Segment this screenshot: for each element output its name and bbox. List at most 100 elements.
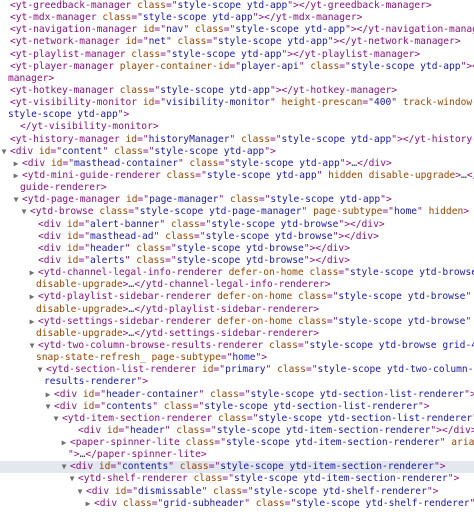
attribute-name: class xyxy=(163,400,193,412)
tag-token: =" xyxy=(94,400,107,412)
expand-triangle-icon[interactable]: ▼ xyxy=(76,486,84,498)
expand-triangle-icon[interactable]: ▼ xyxy=(36,364,44,376)
dom-node-row[interactable]: ▶ <div id="masthead-container" class="sty… xyxy=(0,158,474,170)
tag-token: =" xyxy=(118,424,131,436)
attribute-value: style-scope ytd-browse xyxy=(349,267,474,279)
attribute-name: class xyxy=(269,339,298,351)
dom-node-row[interactable]: ▼ <div id="content" class="style-scope yt… xyxy=(0,146,474,158)
attribute-value: historyManager xyxy=(148,133,230,145)
dom-node-row[interactable]: ▼ <div id="dismissable" class="style-scop… xyxy=(0,486,474,498)
tag-token: =" xyxy=(137,36,149,48)
tag-token: " xyxy=(391,97,403,109)
tag-token: "> xyxy=(380,194,392,206)
expand-triangle-icon[interactable]: ▼ xyxy=(60,461,68,473)
collapse-triangle-icon[interactable]: ▶ xyxy=(60,437,68,449)
attribute-name: class xyxy=(229,194,259,206)
collapse-triangle-icon[interactable]: ▶ xyxy=(12,158,20,170)
dom-node-row[interactable]: ▶ <ytd-channel-legal-info-renderer defer-… xyxy=(0,267,474,279)
tag-token: " xyxy=(159,218,171,230)
expand-triangle-icon[interactable]: ▼ xyxy=(12,194,20,206)
dom-node-row: disable-upgrade>…</ytd-channel-legal-inf… xyxy=(0,279,474,291)
tag-token: "> xyxy=(339,157,352,169)
attribute-value: style-scope ytd-browse xyxy=(338,315,466,327)
collapse-triangle-icon[interactable]: ▶ xyxy=(84,498,92,510)
tag-token: " xyxy=(183,24,195,36)
dom-node-row[interactable]: <div id="masthead-ad" class="style-scope… xyxy=(0,231,474,243)
dom-node-row[interactable]: <div id="alert-banner" class="style-scop… xyxy=(0,219,474,231)
dom-node-row-selected[interactable]: ▼ <div id="contents" class="style-scope y… xyxy=(0,461,474,474)
tag-token: " xyxy=(201,485,214,497)
tag-token: <div xyxy=(54,400,83,412)
collapse-triangle-icon[interactable]: ▶ xyxy=(28,267,36,279)
dom-node-row[interactable]: ▼ <ytd-shelf-renderer class="style-scope … xyxy=(0,473,474,485)
dom-node-row[interactable]: <yt-history-manager id="historyManager" … xyxy=(0,134,474,146)
dom-node-row[interactable]: <yt-player-manager player-container-id="… xyxy=(0,61,474,73)
dom-node-row[interactable]: ▶ <div class="grid-subheader" class="styl… xyxy=(0,498,474,510)
attribute-name: disable-upgrade xyxy=(368,169,456,181)
expand-triangle-icon[interactable]: ▼ xyxy=(28,340,36,352)
dom-node-row[interactable]: ▶ <paper-spinner-lite class="style-scope … xyxy=(0,437,474,449)
dom-node-row[interactable]: ▶ <ytd-mini-guide-renderer class="style-s… xyxy=(0,170,474,182)
attribute-name: class xyxy=(213,485,243,497)
attribute-name: class xyxy=(210,388,239,400)
dom-node-row[interactable]: <yt-navigation-manager id="nav" class="s… xyxy=(0,24,474,36)
dom-node-row[interactable]: ▼ <div id="contents" class="style-scope y… xyxy=(0,401,474,413)
dom-node-row[interactable]: <yt-greedback-manager class="style-scope… xyxy=(0,0,474,12)
tag-token: <ytd-mini-guide-renderer xyxy=(22,169,167,181)
dom-node-row[interactable]: <yt-hotkey-manager class="style-scope yt… xyxy=(0,85,474,97)
collapse-triangle-icon[interactable]: ▶ xyxy=(28,291,36,303)
dom-node-row[interactable]: <yt-mdx-manager class="style-scope ytd-a… xyxy=(0,12,474,24)
attribute-value: grid-subheader xyxy=(163,497,245,509)
dom-node-row[interactable]: </yt-visibility-monitor> xyxy=(0,121,474,133)
attribute-name: id xyxy=(125,133,138,145)
attribute-name: class xyxy=(99,206,129,218)
tag-token: <ytd-playlist-sidebar-renderer xyxy=(38,291,218,303)
tag-token: <yt-history-manager xyxy=(10,133,126,145)
tag-token: manager> xyxy=(8,72,55,84)
attribute-value: style-scope ytd-item-section-renderer xyxy=(220,461,434,473)
tag-token: =" xyxy=(154,24,166,36)
expand-triangle-icon[interactable]: ▼ xyxy=(0,146,8,158)
expand-triangle-icon[interactable]: ▼ xyxy=(44,401,52,413)
expand-triangle-icon[interactable]: ▼ xyxy=(52,413,60,425)
attribute-name: class xyxy=(119,84,149,96)
expand-triangle-icon[interactable]: ▼ xyxy=(20,206,28,218)
dom-node-row[interactable]: <yt-network-manager id="net" class="styl… xyxy=(0,36,474,48)
attribute-value: primary xyxy=(225,364,266,376)
tag-token: =" xyxy=(50,145,63,157)
collapse-triangle-icon[interactable]: ▶ xyxy=(44,389,52,401)
dom-node-row[interactable]: <div id="alerts" class="style-scope ytd-… xyxy=(0,255,474,267)
collapse-triangle-icon[interactable]: ▶ xyxy=(12,170,20,182)
attribute-name: page-subtype xyxy=(151,352,221,364)
dom-node-row[interactable]: ▼ <ytd-item-section-renderer class="style… xyxy=(0,413,474,425)
attribute-value: visibility-monitor xyxy=(165,97,270,109)
dom-node-row[interactable]: ▼ <ytd-section-list-renderer id="primary"… xyxy=(0,364,474,376)
dom-node-row[interactable]: <div id="header" class="style-scope ytd-… xyxy=(0,243,474,255)
attribute-value: style-scope ytd-app xyxy=(350,60,461,72)
dom-node-row[interactable]: ▶ <ytd-playlist-sidebar-renderer defer-on… xyxy=(0,291,474,303)
tag-token: </paper-spinner-lite> xyxy=(85,449,207,461)
dom-node-row[interactable]: <yt-visibility-monitor id="visibility-mo… xyxy=(0,97,474,109)
expand-triangle-icon[interactable]: ▼ xyxy=(68,473,76,485)
dom-node-row[interactable]: ▶ <ytd-settings-sidebar-renderer defer-on… xyxy=(0,316,474,328)
dom-node-row[interactable]: ▼ <ytd-browse class="style-scope ytd-page… xyxy=(0,206,474,218)
tag-token: <yt-hotkey-manager xyxy=(10,84,120,96)
dom-node-row[interactable]: ▼ <ytd-page-manager id="page-manager" cla… xyxy=(0,194,474,206)
tag-token: " xyxy=(301,206,314,218)
dom-node-row[interactable]: ▶ <div id="header-container" class="style… xyxy=(0,389,474,401)
tag-token: =" xyxy=(151,497,164,509)
tag-token: " xyxy=(269,97,282,109)
attribute-name: class xyxy=(185,437,215,449)
dom-node-row[interactable]: ▼ <ytd-two-column-browse-results-renderer… xyxy=(0,340,474,352)
dom-node-row[interactable]: <yt-playlist-manager class="style-scope … xyxy=(0,49,474,61)
attribute-value: header xyxy=(130,424,165,436)
attribute-name: id xyxy=(66,254,79,266)
dom-node-row[interactable]: <div id="header" class="style-scope ytd-… xyxy=(0,425,474,437)
attribute-value: style-scope ytd-browse xyxy=(338,291,466,303)
tag-token: " xyxy=(417,206,429,218)
tag-token: =" xyxy=(142,145,155,157)
tag-token: "></yt-hotkey-manager> xyxy=(269,84,398,96)
attribute-value: style-scope ytd-app xyxy=(177,0,288,11)
attribute-name: class xyxy=(114,145,143,157)
collapse-triangle-icon[interactable]: ▶ xyxy=(28,316,36,328)
